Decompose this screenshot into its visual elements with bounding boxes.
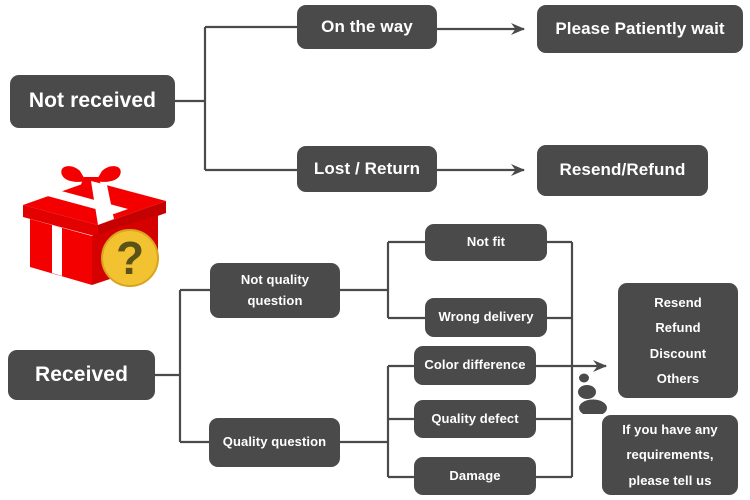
node-not-quality-question[interactable]: Not quality question [210,263,340,318]
node-please-patiently-wait-label: Please Patiently wait [555,18,725,38]
svg-text:?: ? [116,232,144,284]
node-lost-return-label: Lost / Return [313,158,421,178]
node-outcomes-line-2: Refund [655,320,701,336]
node-color-difference-label: Color difference [424,357,526,373]
node-wrong-delivery-label: Wrong delivery [438,309,534,325]
node-quality-defect[interactable]: Quality defect [414,400,536,438]
node-outcomes-line-3: Discount [649,345,707,361]
node-color-difference[interactable]: Color difference [414,346,536,385]
node-tell-us-line-3: please tell us [628,472,712,488]
node-outcomes[interactable]: Resend Refund Discount Others [618,283,738,398]
flowchart-canvas: ? Not received On the way Please Patient… [0,0,750,500]
node-resend-refund-label: Resend/Refund [559,160,686,180]
thought-bubble-dots-icon [578,373,607,414]
node-tell-us[interactable]: If you have any requirements, please tel… [602,415,738,495]
node-damage-label: Damage [449,467,501,483]
node-resend-refund[interactable]: Resend/Refund [537,145,708,196]
node-not-fit[interactable]: Not fit [425,224,547,261]
node-quality-question[interactable]: Quality question [209,418,340,467]
node-quality-question-label: Quality question [222,434,327,450]
node-on-the-way-label: On the way [321,16,413,36]
node-quality-defect-label: Quality defect [431,410,519,426]
node-tell-us-line-2: requirements, [626,447,714,463]
node-not-received[interactable]: Not received [10,75,175,128]
node-outcomes-line-4: Others [656,370,700,386]
node-received-label: Received [34,362,129,386]
node-on-the-way[interactable]: On the way [297,5,437,49]
gift-box-icon: ? [23,166,166,287]
node-please-patiently-wait[interactable]: Please Patiently wait [537,5,743,53]
node-outcomes-line-1: Resend [654,294,702,310]
node-wrong-delivery[interactable]: Wrong delivery [425,298,547,337]
node-damage[interactable]: Damage [414,457,536,495]
node-not-quality-question-line-2: question [247,292,303,308]
node-received[interactable]: Received [8,350,155,400]
node-not-quality-question-line-1: Not quality [240,272,310,288]
node-not-received-label: Not received [28,89,157,113]
node-lost-return[interactable]: Lost / Return [297,146,437,192]
node-tell-us-line-1: If you have any [622,421,718,437]
node-not-fit-label: Not fit [466,234,506,250]
